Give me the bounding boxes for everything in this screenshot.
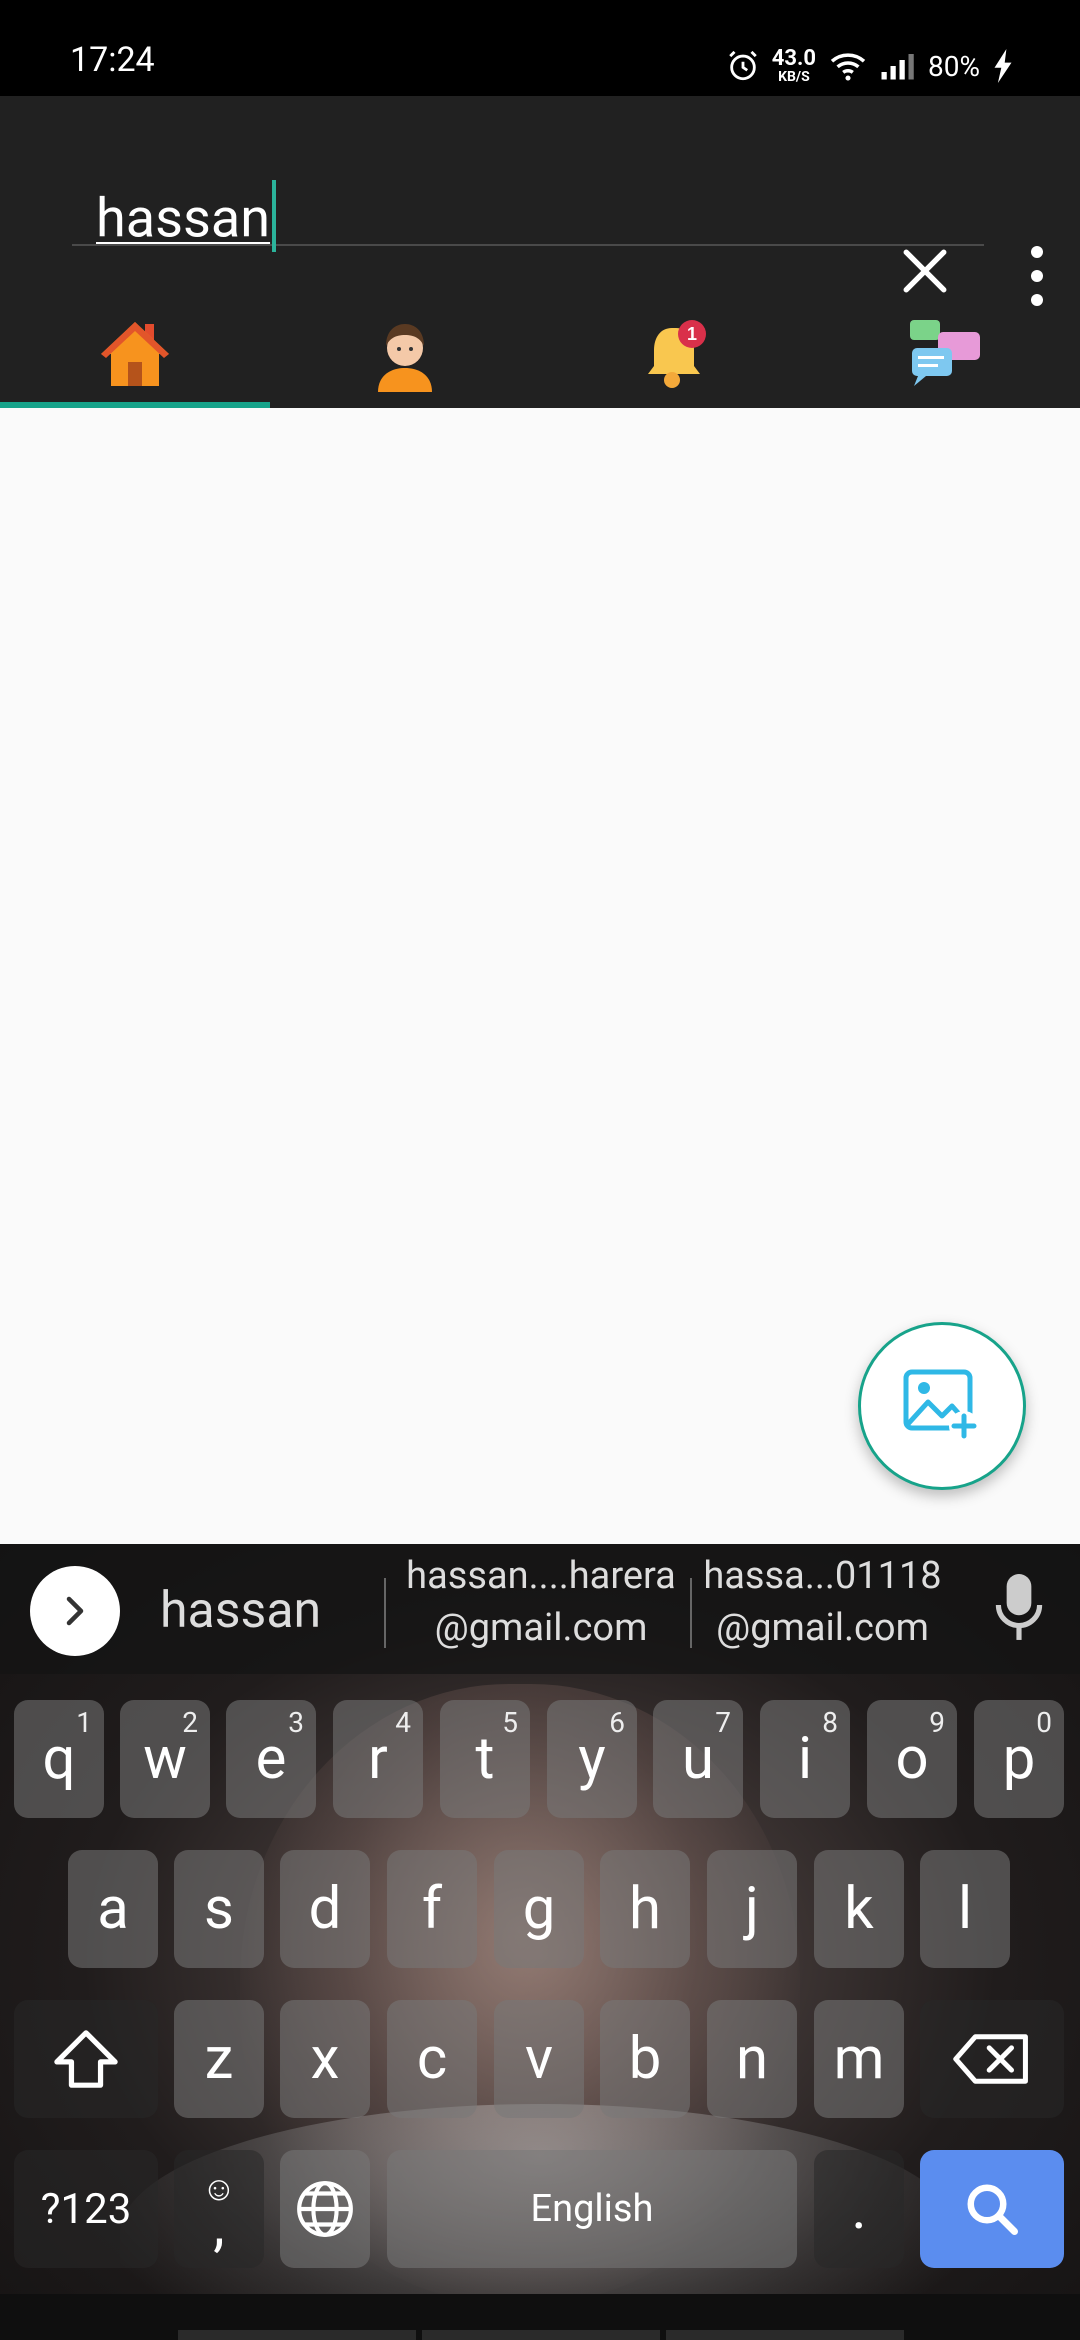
search-field[interactable]: hassan	[72, 144, 984, 252]
microphone-icon[interactable]	[994, 1572, 1044, 1642]
notification-badge-count: 1	[687, 324, 697, 344]
chevron-right-icon	[66, 1596, 84, 1626]
menu-dot	[1031, 270, 1043, 282]
chat-bubbles-icon	[910, 320, 980, 386]
backspace-icon	[953, 2034, 1028, 2084]
text-caret	[272, 180, 277, 252]
key-z[interactable]: z	[174, 2000, 264, 2118]
key-a[interactable]: a	[68, 1850, 158, 1968]
key-s[interactable]: s	[174, 1850, 264, 1968]
menu-dot	[1031, 294, 1043, 306]
space-bar[interactable]: English	[387, 2150, 797, 2268]
battery-percent: 80%	[928, 49, 980, 83]
signal-icon	[881, 54, 914, 80]
backspace-key[interactable]	[920, 2000, 1064, 2118]
key-t[interactable]: t5	[440, 1700, 530, 1818]
suggestion-divider	[690, 1578, 692, 1648]
key-q[interactable]: q1	[14, 1700, 104, 1818]
app-bar: hassan 1	[0, 96, 1080, 408]
period-key[interactable]: .	[814, 2150, 904, 2268]
bell-icon: 1	[648, 320, 706, 388]
tab-notifications[interactable]: 1	[540, 310, 810, 408]
net-speed-unit: KB/S	[778, 69, 810, 85]
key-d[interactable]: d	[280, 1850, 370, 1968]
key-m[interactable]: m	[814, 2000, 904, 2118]
status-bar: 17:24 43.0 KB/S 80%	[0, 0, 1080, 96]
system-navigation-bar	[0, 2294, 1080, 2340]
email-suggestion-2-line2: @gmail.com	[716, 1606, 929, 1650]
key-v[interactable]: v	[494, 2000, 584, 2118]
suggestion-bar: hassan hassan....harera @gmail.com hassa…	[0, 1544, 1080, 1674]
search-icon	[967, 2184, 1018, 2235]
key-l[interactable]: l	[920, 1850, 1010, 1968]
email-suggestion-2-line1: hassa...01118	[703, 1554, 942, 1598]
comma-key[interactable]: ☺ ,	[174, 2150, 264, 2268]
home-icon	[101, 322, 169, 386]
tab-home[interactable]	[0, 310, 270, 408]
globe-icon	[297, 2181, 353, 2237]
key-h[interactable]: h	[600, 1850, 690, 1968]
close-icon	[903, 249, 947, 293]
wifi-icon	[830, 53, 866, 81]
symbols-key[interactable]: ?123	[14, 2150, 158, 2268]
key-b[interactable]: b	[600, 2000, 690, 2118]
shift-key[interactable]	[14, 2000, 158, 2118]
email-suggestion-1-line1: hassan....harera	[406, 1554, 676, 1598]
search-action-key[interactable]	[920, 2150, 1064, 2268]
comma-label: ,	[213, 2192, 225, 2260]
person-avatar-icon	[378, 324, 432, 392]
language-key[interactable]	[280, 2150, 370, 2268]
key-e[interactable]: e3	[226, 1700, 316, 1818]
key-g[interactable]: g	[494, 1850, 584, 1968]
nav-back-area[interactable]	[666, 2330, 904, 2340]
key-p[interactable]: p0	[974, 1700, 1064, 1818]
expand-toolbar-button[interactable]	[30, 1566, 120, 1656]
key-w[interactable]: w2	[120, 1700, 210, 1818]
key-j[interactable]: j	[707, 1850, 797, 1968]
email-suggestion-1-line2: @gmail.com	[434, 1606, 648, 1650]
email-suggestion-1[interactable]: hassan....harera @gmail.com	[396, 1550, 686, 1654]
search-input[interactable]: hassan	[96, 180, 277, 258]
key-n[interactable]: n	[707, 2000, 797, 2118]
key-f[interactable]: f	[387, 1850, 477, 1968]
content-area	[0, 408, 1080, 1544]
nav-home-area[interactable]	[422, 2330, 660, 2340]
add-image-button[interactable]	[858, 1322, 1026, 1490]
key-x[interactable]: x	[280, 2000, 370, 2118]
network-speed: 43.0 KB/S	[771, 46, 817, 85]
clear-search-button[interactable]	[900, 246, 950, 296]
suggestion-word[interactable]: hassan	[160, 1582, 321, 1640]
email-suggestion-2[interactable]: hassa...01118 @gmail.com	[700, 1550, 945, 1654]
net-speed-value: 43.0	[771, 46, 817, 71]
status-icons: 43.0 KB/S 80%	[726, 44, 1014, 88]
key-i[interactable]: i8	[760, 1700, 850, 1818]
search-query: hassan	[96, 187, 271, 251]
overflow-menu-button[interactable]	[1020, 246, 1054, 306]
add-image-icon	[903, 1369, 979, 1441]
nav-recents-area[interactable]	[178, 2330, 416, 2340]
key-u[interactable]: u7	[653, 1700, 743, 1818]
shift-icon	[54, 2030, 118, 2088]
key-c[interactable]: c	[387, 2000, 477, 2118]
key-y[interactable]: y6	[547, 1700, 637, 1818]
key-r[interactable]: r4	[333, 1700, 423, 1818]
status-time: 17:24	[70, 40, 155, 80]
soft-keyboard: hassan hassan....harera @gmail.com hassa…	[0, 1544, 1080, 2294]
tab-bar: 1	[0, 310, 1080, 408]
tab-profile[interactable]	[270, 310, 540, 408]
alarm-icon	[729, 50, 757, 81]
charging-bolt-icon	[994, 49, 1012, 83]
tab-messages[interactable]	[810, 310, 1080, 408]
key-k[interactable]: k	[814, 1850, 904, 1968]
suggestion-divider	[384, 1578, 386, 1648]
key-o[interactable]: o9	[867, 1700, 957, 1818]
menu-dot	[1031, 246, 1043, 258]
